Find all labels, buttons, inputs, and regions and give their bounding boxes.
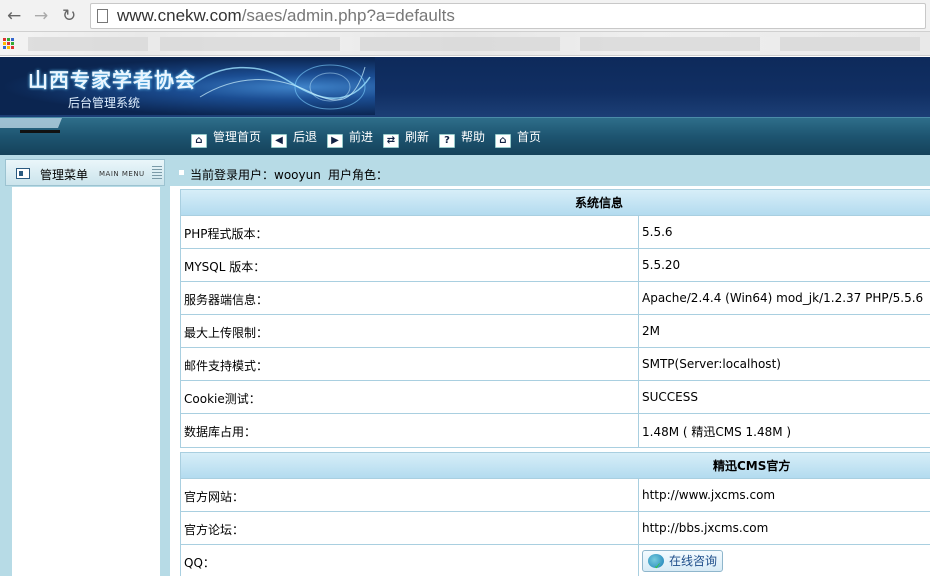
table-row: MYSQL 版本： 5.5.20 <box>181 249 930 282</box>
table-row: 数据库占用： 1.48M ( 精迅CMS 1.48M ) <box>181 414 930 447</box>
address-bar[interactable]: www.cnekw.com/saes/admin.php?a=defaults <box>90 3 926 29</box>
toolbar-forward[interactable]: ▶ 前进 <box>327 128 373 148</box>
qq-icon <box>648 554 664 576</box>
row-value: SUCCESS <box>642 390 698 404</box>
site-title: 山西专家学者协会 <box>28 68 196 92</box>
online-consult-button[interactable]: 在线咨询 <box>642 550 723 576</box>
sidebar-header: 管理菜单 MAIN MENU <box>5 159 165 186</box>
row-key: 官方论坛： <box>184 523 245 537</box>
row-value: Apache/2.4.4 (Win64) mod_jk/1.2.37 PHP/5… <box>642 291 924 305</box>
table-row: 官方论坛： http://bbs.jxcms.com <box>181 512 930 545</box>
row-value: 5.5.20 <box>642 258 681 272</box>
collapse-handle-icon[interactable] <box>152 166 162 179</box>
row-value: 2M <box>642 324 660 338</box>
current-user: 当前登录用户：wooyun <box>190 168 321 182</box>
forward-arrow-icon: ▶ <box>327 134 343 148</box>
site-logo: 山西专家学者协会 后台管理系统 <box>0 57 375 115</box>
row-key: MYSQL 版本： <box>184 260 266 274</box>
main-content: 当前登录用户：wooyun 用户角色： 系统信息 PHP程式版本： 5.5.6 M… <box>170 155 930 576</box>
row-key: 服务器端信息： <box>184 293 269 307</box>
site-header: 山西专家学者协会 后台管理系统 <box>0 57 930 117</box>
table-row: 最大上传限制： 2M <box>181 315 930 348</box>
official-forum-link[interactable]: http://bbs.jxcms.com <box>642 521 768 535</box>
blurred-bookmark <box>360 37 560 51</box>
admin-toolbar: ⌂ 管理首页 ◀ 后退 ▶ 前进 ⇄ 刷新 ? 帮助 ⌂ 首页 <box>0 117 930 155</box>
row-key: 邮件支持模式： <box>184 359 269 373</box>
table-row: QQ： 在线咨询 <box>181 545 930 576</box>
row-value: SMTP(Server:localhost) <box>642 357 781 371</box>
toolbar-refresh[interactable]: ⇄ 刷新 <box>383 128 429 148</box>
toolbar-back[interactable]: ◀ 后退 <box>271 128 317 148</box>
sidebar-title: 管理菜单 <box>40 168 89 182</box>
sidebar: 管理菜单 MAIN MENU <box>0 155 170 576</box>
menu-icon <box>16 168 30 179</box>
toolbar-home[interactable]: ⌂ 首页 <box>495 128 541 148</box>
page: ← → ↻ www.cnekw.com/saes/admin.php?a=def… <box>0 0 930 576</box>
home-icon: ⌂ <box>495 134 511 148</box>
apps-icon[interactable] <box>3 38 15 50</box>
system-info-title: 系统信息 <box>181 190 930 216</box>
logo-swirl-graphic <box>189 64 371 110</box>
home-icon: ⌂ <box>191 134 207 148</box>
bookmarks-bar <box>0 32 930 56</box>
user-bar: 当前登录用户：wooyun 用户角色： <box>170 155 930 186</box>
blurred-bookmark <box>160 37 340 51</box>
table-row: 邮件支持模式： SMTP(Server:localhost) <box>181 348 930 381</box>
official-info-title: 精迅CMS官方 <box>181 453 930 479</box>
page-icon <box>97 9 108 23</box>
blurred-bookmark <box>780 37 920 51</box>
back-arrow-icon: ◀ <box>271 134 287 148</box>
reload-icon[interactable]: ↻ <box>62 6 76 26</box>
row-key: PHP程式版本： <box>184 227 268 241</box>
table-row: PHP程式版本： 5.5.6 <box>181 216 930 249</box>
user-role: 用户角色： <box>328 168 389 182</box>
table-row: 官方网站： http://www.jxcms.com <box>181 479 930 512</box>
row-key: 数据库占用： <box>184 425 257 439</box>
help-icon: ? <box>439 134 455 148</box>
toolbar-help[interactable]: ? 帮助 <box>439 128 485 148</box>
toolbar-admin-home[interactable]: ⌂ 管理首页 <box>191 128 261 148</box>
blurred-bookmark <box>580 37 760 51</box>
table-row: 服务器端信息： Apache/2.4.4 (Win64) mod_jk/1.2.3… <box>181 282 930 315</box>
sidebar-title-en: MAIN MENU <box>99 170 145 178</box>
url-text: www.cnekw.com/saes/admin.php?a=defaults <box>117 6 455 25</box>
forward-icon[interactable]: → <box>34 6 48 26</box>
row-value: 1.48M ( 精迅CMS 1.48M ) <box>642 425 792 439</box>
blurred-bookmark <box>28 37 148 51</box>
refresh-icon: ⇄ <box>383 134 399 148</box>
row-value: 5.5.6 <box>642 225 673 239</box>
official-info-table: 精迅CMS官方 官方网站： http://www.jxcms.com 官方论坛： h… <box>180 452 930 576</box>
monitor-icon <box>0 118 62 133</box>
row-key: 官方网站： <box>184 490 245 504</box>
browser-toolbar: ← → ↻ www.cnekw.com/saes/admin.php?a=def… <box>0 0 930 32</box>
official-website-link[interactable]: http://www.jxcms.com <box>642 488 775 502</box>
row-key: QQ： <box>184 556 215 570</box>
table-row: Cookie测试： SUCCESS <box>181 381 930 414</box>
bullet-icon <box>179 170 184 175</box>
site-subtitle: 后台管理系统 <box>68 96 141 110</box>
sidebar-menu-body <box>12 187 160 576</box>
row-key: 最大上传限制： <box>184 326 269 340</box>
row-key: Cookie测试： <box>184 392 261 406</box>
back-icon[interactable]: ← <box>7 6 21 26</box>
system-info-table: 系统信息 PHP程式版本： 5.5.6 MYSQL 版本： 5.5.20 服务器端信… <box>180 189 930 448</box>
